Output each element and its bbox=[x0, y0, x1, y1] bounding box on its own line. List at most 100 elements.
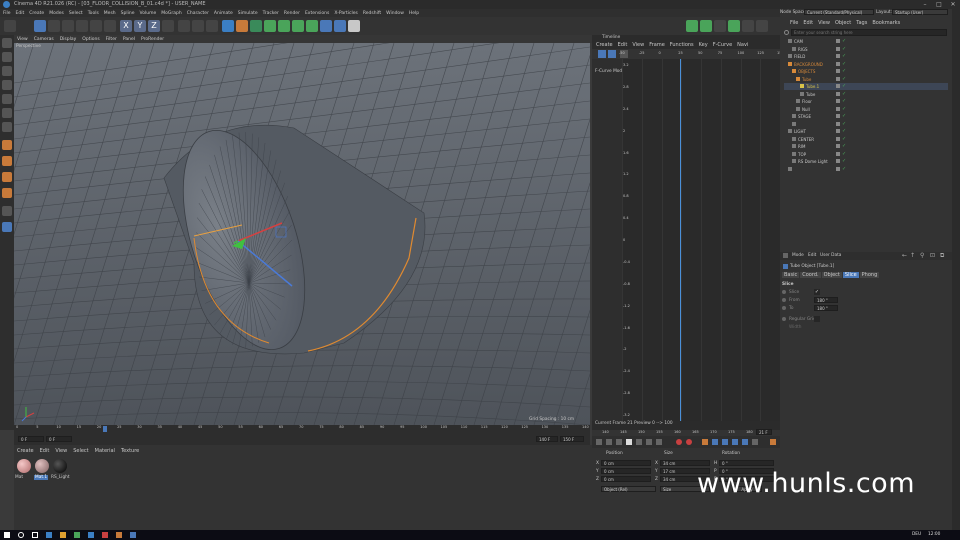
menu-modes[interactable]: Modes bbox=[49, 11, 64, 16]
animate-dot-icon[interactable] bbox=[782, 317, 786, 321]
new-window-icon[interactable]: ⧉ bbox=[940, 252, 944, 260]
pen-icon[interactable] bbox=[236, 20, 248, 32]
object-search-input[interactable] bbox=[791, 29, 947, 36]
model-mode-icon[interactable] bbox=[2, 52, 12, 62]
visibility-dots-icon[interactable] bbox=[836, 136, 840, 141]
visibility-dots-icon[interactable] bbox=[836, 76, 840, 81]
object-row[interactable]: RIM ✓ bbox=[784, 143, 948, 150]
enabled-check-icon[interactable]: ✓ bbox=[842, 143, 846, 149]
menu-mograph[interactable]: MoGraph bbox=[161, 11, 181, 16]
viewport-menu-display[interactable]: Display bbox=[60, 37, 77, 42]
enabled-check-icon[interactable]: ✓ bbox=[842, 46, 846, 52]
close-button[interactable]: ✕ bbox=[946, 0, 960, 9]
enabled-check-icon[interactable]: ✓ bbox=[842, 98, 846, 104]
app-icon[interactable] bbox=[116, 532, 122, 538]
cube-icon[interactable] bbox=[222, 20, 234, 32]
layout-select[interactable]: Startup (User) bbox=[892, 9, 948, 15]
menu-window[interactable]: Window bbox=[386, 11, 404, 16]
windows-start-icon[interactable] bbox=[4, 532, 10, 538]
object-row[interactable]: Null ✓ bbox=[784, 106, 948, 113]
viewport-menu-prorender[interactable]: ProRender bbox=[141, 37, 164, 42]
attr-menu-mode[interactable]: Mode bbox=[792, 253, 804, 258]
play-icon[interactable] bbox=[626, 439, 632, 445]
light-icon[interactable] bbox=[348, 20, 360, 32]
prev-frame-icon[interactable] bbox=[616, 439, 622, 445]
om-menu-object[interactable]: Object bbox=[835, 20, 851, 26]
menu-volume[interactable]: Volume bbox=[140, 11, 157, 16]
visibility-dots-icon[interactable] bbox=[836, 106, 840, 111]
visibility-dots-icon[interactable] bbox=[836, 91, 840, 96]
polygons-mode-icon[interactable] bbox=[2, 108, 12, 118]
next-frame-icon[interactable] bbox=[636, 439, 642, 445]
object-row[interactable]: BACKGROUND ✓ bbox=[784, 61, 948, 68]
object-row[interactable]: RS Dome Light ✓ bbox=[784, 158, 948, 165]
om-menu-file[interactable]: File bbox=[790, 20, 798, 26]
coord-mode-select[interactable]: Object (Rel) bbox=[601, 486, 656, 492]
rotate-icon[interactable] bbox=[76, 20, 88, 32]
visibility-dots-icon[interactable] bbox=[836, 39, 840, 43]
camera-icon[interactable] bbox=[334, 20, 346, 32]
visibility-dots-icon[interactable] bbox=[836, 54, 840, 58]
preview-start-field[interactable]: 0 F bbox=[46, 436, 72, 442]
enabled-check-icon[interactable]: ✓ bbox=[842, 76, 846, 82]
animate-dot-icon[interactable] bbox=[782, 306, 786, 310]
om-menu-view[interactable]: View bbox=[818, 20, 830, 26]
object-row[interactable]: Tube.1 ✓ bbox=[784, 83, 948, 90]
search-attr-icon[interactable]: ⚲ bbox=[920, 252, 924, 259]
position-key-icon[interactable] bbox=[712, 439, 718, 445]
menu-edit[interactable]: Edit bbox=[16, 11, 25, 16]
sculpt-icon[interactable] bbox=[2, 222, 12, 232]
minimize-button[interactable]: – bbox=[918, 0, 932, 9]
keyframe-selection-icon[interactable] bbox=[702, 439, 708, 445]
pla-key-icon[interactable] bbox=[752, 439, 758, 445]
move-icon[interactable] bbox=[48, 20, 60, 32]
menu-spline[interactable]: Spline bbox=[121, 11, 135, 16]
menu-select[interactable]: Select bbox=[69, 11, 83, 16]
preview-end-field[interactable]: 140 F bbox=[536, 436, 558, 442]
regular-grid-checkbox[interactable] bbox=[814, 316, 820, 322]
menu-simulate[interactable]: Simulate bbox=[238, 11, 258, 16]
viewport-menu-panel[interactable]: Panel bbox=[123, 37, 135, 42]
object-row[interactable]: Tube ✓ bbox=[784, 76, 948, 83]
visibility-dots-icon[interactable] bbox=[836, 46, 840, 51]
key-mode-icon[interactable] bbox=[598, 50, 606, 58]
enabled-check-icon[interactable]: ✓ bbox=[842, 121, 846, 127]
material-swatch-rslight[interactable] bbox=[53, 459, 67, 473]
task-view-icon[interactable] bbox=[32, 532, 38, 538]
enabled-check-icon[interactable]: ✓ bbox=[842, 61, 846, 67]
enabled-check-icon[interactable]: ✓ bbox=[842, 136, 846, 142]
menu-create[interactable]: Create bbox=[29, 11, 44, 16]
effector-icon[interactable] bbox=[306, 20, 318, 32]
tab-object[interactable]: Object bbox=[821, 272, 842, 278]
position-z-field[interactable]: 0 cm bbox=[601, 476, 651, 482]
enabled-check-icon[interactable]: ✓ bbox=[842, 158, 846, 164]
app-icon[interactable] bbox=[130, 532, 136, 538]
material-swatch-mat[interactable] bbox=[17, 459, 31, 473]
y-axis-icon[interactable]: Y bbox=[134, 20, 146, 32]
prev-key-icon[interactable] bbox=[606, 439, 612, 445]
enabled-check-icon[interactable]: ✓ bbox=[842, 83, 846, 89]
tl-menu-frame[interactable]: Frame bbox=[649, 42, 665, 48]
search-icon[interactable] bbox=[18, 532, 24, 538]
mat-menu-texture[interactable]: Texture bbox=[121, 448, 139, 454]
texture-mode-icon[interactable] bbox=[2, 66, 12, 76]
object-row[interactable]: ✓ bbox=[784, 121, 948, 128]
live-select-icon[interactable] bbox=[104, 20, 116, 32]
menu-mesh[interactable]: Mesh bbox=[104, 11, 116, 16]
select-icon[interactable] bbox=[34, 20, 46, 32]
cinema4d-icon[interactable] bbox=[88, 532, 94, 538]
menu-render[interactable]: Render bbox=[284, 11, 300, 16]
nav-up-icon[interactable]: ↑ bbox=[910, 252, 915, 259]
render-view-icon[interactable] bbox=[178, 20, 190, 32]
menu-animate[interactable]: Animate bbox=[214, 11, 233, 16]
redshift-settings-icon[interactable] bbox=[714, 20, 726, 32]
visibility-dots-icon[interactable] bbox=[836, 99, 840, 103]
enabled-check-icon[interactable]: ✓ bbox=[842, 128, 846, 134]
enabled-check-icon[interactable]: ✓ bbox=[842, 91, 846, 97]
object-row[interactable]: ✓ bbox=[784, 166, 948, 173]
tab-phong[interactable]: Phong bbox=[859, 272, 880, 278]
object-row[interactable]: FIELD ✓ bbox=[784, 53, 948, 60]
explorer-icon[interactable] bbox=[60, 532, 66, 538]
rotation-h-field[interactable]: 0 ° bbox=[719, 460, 774, 466]
om-menu-bookmarks[interactable]: Bookmarks bbox=[872, 20, 900, 26]
